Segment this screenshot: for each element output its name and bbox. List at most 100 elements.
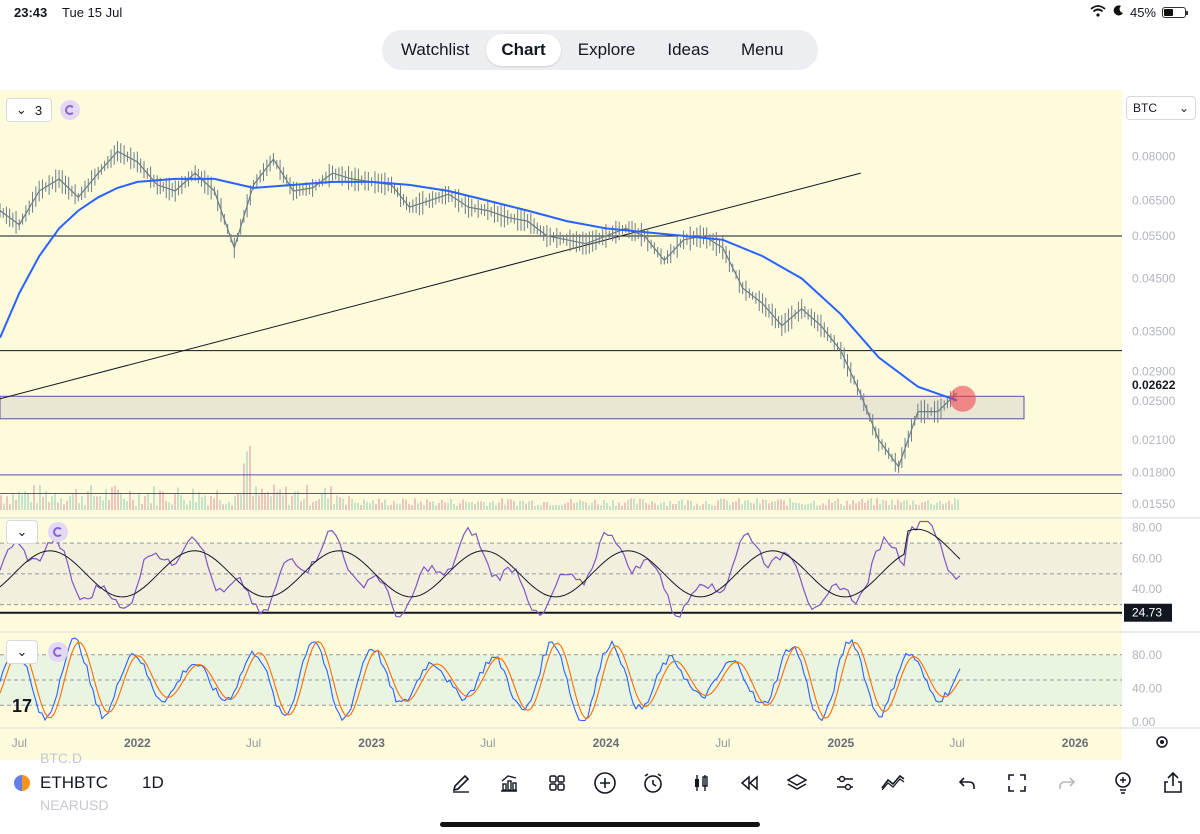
- volume-bar: [945, 503, 947, 510]
- volume-bar: [939, 501, 941, 510]
- stoch-tick-label: 80.00: [1132, 648, 1162, 662]
- volume-bar: [720, 498, 722, 510]
- volume-bar: [357, 502, 359, 510]
- volume-bar: [333, 504, 335, 510]
- volume-bar: [852, 500, 854, 510]
- volume-bar: [669, 501, 671, 510]
- volume-bar: [36, 503, 38, 510]
- volume-bar: [624, 502, 626, 510]
- volume-bar: [309, 505, 311, 510]
- volume-bar: [840, 504, 842, 510]
- compare-symbol-select[interactable]: BTC ⌄: [1126, 96, 1196, 120]
- chevron-down-icon: ⌄: [1178, 101, 1189, 115]
- rsi-sync-icon[interactable]: [48, 522, 68, 542]
- chart-area[interactable]: 0.08000 0.06500 0.05500 0.04500 0.03500 0.029…: [0, 90, 1200, 760]
- chevron-down-icon: ⌄: [16, 644, 28, 659]
- layouts-icon[interactable]: [540, 768, 574, 798]
- volume-bar: [324, 487, 326, 510]
- volume-bar: [234, 496, 236, 510]
- replay-icon[interactable]: [732, 768, 766, 798]
- price-tick-label: 0.05500: [1132, 229, 1176, 243]
- alert-icon[interactable]: [636, 768, 670, 798]
- volume-bar: [762, 499, 764, 510]
- stoch-sync-icon[interactable]: [48, 642, 68, 662]
- volume-bar: [504, 504, 506, 510]
- pen-icon[interactable]: [444, 768, 478, 798]
- chart-canvas[interactable]: 0.08000 0.06500 0.05500 0.04500 0.03500 0.029…: [0, 90, 1200, 760]
- share-icon[interactable]: [1156, 768, 1190, 798]
- volume-bar: [687, 500, 689, 510]
- volume-bar: [453, 504, 455, 510]
- indicators-icon[interactable]: [492, 768, 526, 798]
- volume-bar: [912, 500, 914, 510]
- volume-bar: [294, 491, 296, 510]
- volume-bar: [243, 463, 245, 510]
- volume-bar: [147, 493, 149, 510]
- volume-bar: [612, 500, 614, 510]
- volume-bar: [75, 489, 77, 510]
- time-tick-label: Jul: [949, 736, 964, 750]
- volume-bar: [552, 505, 554, 510]
- volume-bar: [462, 499, 464, 510]
- volume-bar: [120, 493, 122, 510]
- volume-bar: [858, 501, 860, 510]
- volume-bar: [450, 498, 452, 510]
- volume-bar: [408, 503, 410, 510]
- volume-bar: [855, 503, 857, 510]
- volume-bar: [102, 500, 104, 510]
- time-tick-label: 2022: [124, 736, 151, 750]
- volume-bar: [735, 501, 737, 510]
- volume-bar: [285, 486, 287, 510]
- volume-bar: [627, 499, 629, 510]
- add-icon[interactable]: [588, 768, 622, 798]
- tab-chart[interactable]: Chart: [486, 34, 561, 66]
- volume-bar: [813, 500, 815, 510]
- settings-sliders-icon[interactable]: [828, 768, 862, 798]
- volume-bar: [54, 493, 56, 510]
- volume-bar: [849, 504, 851, 510]
- symbol-name[interactable]: ETHBTC: [40, 773, 108, 793]
- volume-bar: [93, 496, 95, 510]
- price-tick-label: 0.08000: [1132, 150, 1176, 164]
- undo-icon[interactable]: [950, 768, 984, 798]
- volume-bar: [705, 501, 707, 510]
- volume-bar: [774, 501, 776, 510]
- collapse-panes-button[interactable]: ⌄ 3: [6, 98, 52, 122]
- volume-bar: [189, 500, 191, 510]
- volume-bar: [291, 495, 293, 510]
- volume-bar: [717, 500, 719, 510]
- volume-bar: [330, 486, 332, 510]
- sync-icon[interactable]: [60, 100, 80, 120]
- candles-icon[interactable]: [684, 768, 718, 798]
- volume-bar: [822, 503, 824, 510]
- volume-bar: [780, 499, 782, 510]
- volume-bar: [141, 504, 143, 510]
- rsi-collapse-button[interactable]: ⌄: [6, 520, 38, 544]
- compare-icon[interactable]: [876, 768, 910, 798]
- tab-ideas[interactable]: Ideas: [652, 34, 724, 66]
- volume-bar: [573, 503, 575, 510]
- symbol-info[interactable]: ETHBTC 1D: [14, 762, 164, 804]
- volume-bar: [312, 501, 314, 510]
- volume-bar: [576, 502, 578, 510]
- volume-bar: [564, 503, 566, 510]
- time-tick-label: 2023: [358, 736, 385, 750]
- time-tick-label: 2024: [593, 736, 620, 750]
- volume-bar: [777, 499, 779, 510]
- layers-icon[interactable]: [780, 768, 814, 798]
- volume-bar: [837, 498, 839, 510]
- volume-bar: [846, 500, 848, 510]
- volume-bar: [585, 502, 587, 510]
- tab-watchlist[interactable]: Watchlist: [386, 34, 484, 66]
- volume-bar: [150, 503, 152, 510]
- lightbulb-icon[interactable]: [1106, 768, 1140, 798]
- volume-bar: [948, 500, 950, 510]
- stoch-collapse-button[interactable]: ⌄: [6, 640, 38, 664]
- fullscreen-icon[interactable]: [1000, 768, 1034, 798]
- volume-bar: [786, 505, 788, 510]
- tab-explore[interactable]: Explore: [563, 34, 651, 66]
- volume-bar: [672, 504, 674, 510]
- interval[interactable]: 1D: [142, 773, 164, 793]
- redo-icon[interactable]: [1050, 768, 1084, 798]
- tab-menu[interactable]: Menu: [726, 34, 799, 66]
